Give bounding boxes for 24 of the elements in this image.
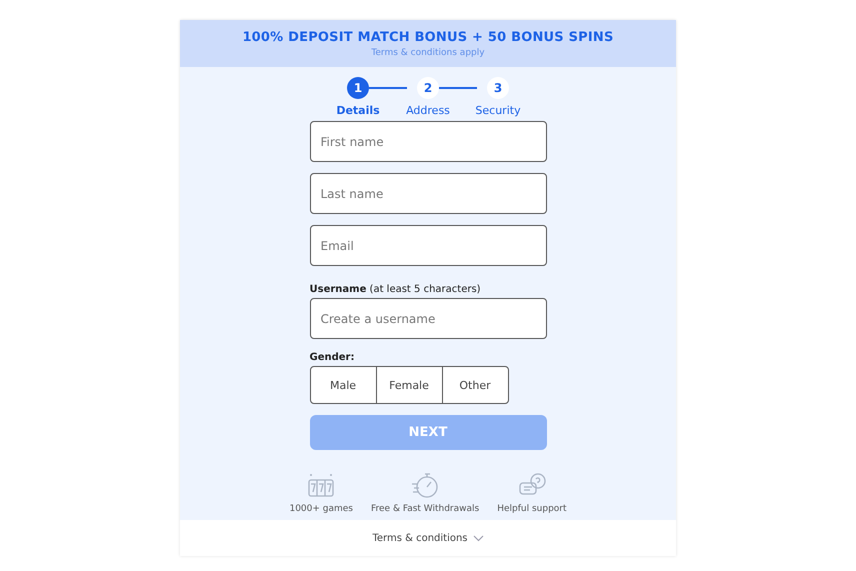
text-field[interactable]: Email bbox=[310, 225, 546, 266]
feature-label: Helpful support bbox=[497, 504, 567, 514]
promo-title: 100% DEPOSIT MATCH BONUS + 50 BONUS SPINS bbox=[242, 30, 614, 44]
gender-option[interactable]: Other bbox=[442, 366, 508, 404]
step-label: Address bbox=[406, 104, 450, 117]
chevron-down-icon bbox=[472, 534, 484, 542]
gender-option[interactable]: Female bbox=[376, 366, 442, 404]
feature-label: 1000+ games bbox=[289, 504, 353, 514]
feature-label: Free & Fast Withdrawals bbox=[371, 504, 480, 514]
text-field[interactable]: Create a username bbox=[310, 298, 546, 339]
promo-subtitle: Terms & conditions apply bbox=[371, 48, 485, 58]
step-connector bbox=[369, 87, 407, 89]
gender-label: Gender: bbox=[310, 352, 356, 363]
text-field[interactable]: Last name bbox=[310, 173, 546, 214]
text-field[interactable]: First name bbox=[310, 121, 546, 162]
field-label: Username (at least 5 characters) bbox=[310, 284, 482, 295]
step-number: 3 bbox=[487, 77, 509, 99]
step-number: 2 bbox=[417, 77, 439, 99]
step-label: Details bbox=[336, 104, 380, 117]
step-label: Security bbox=[475, 104, 521, 117]
step-connector bbox=[439, 87, 477, 89]
gender-option[interactable]: Male bbox=[310, 366, 376, 404]
step-number: 1 bbox=[347, 77, 369, 99]
terms-link[interactable]: Terms & conditions bbox=[372, 532, 468, 544]
